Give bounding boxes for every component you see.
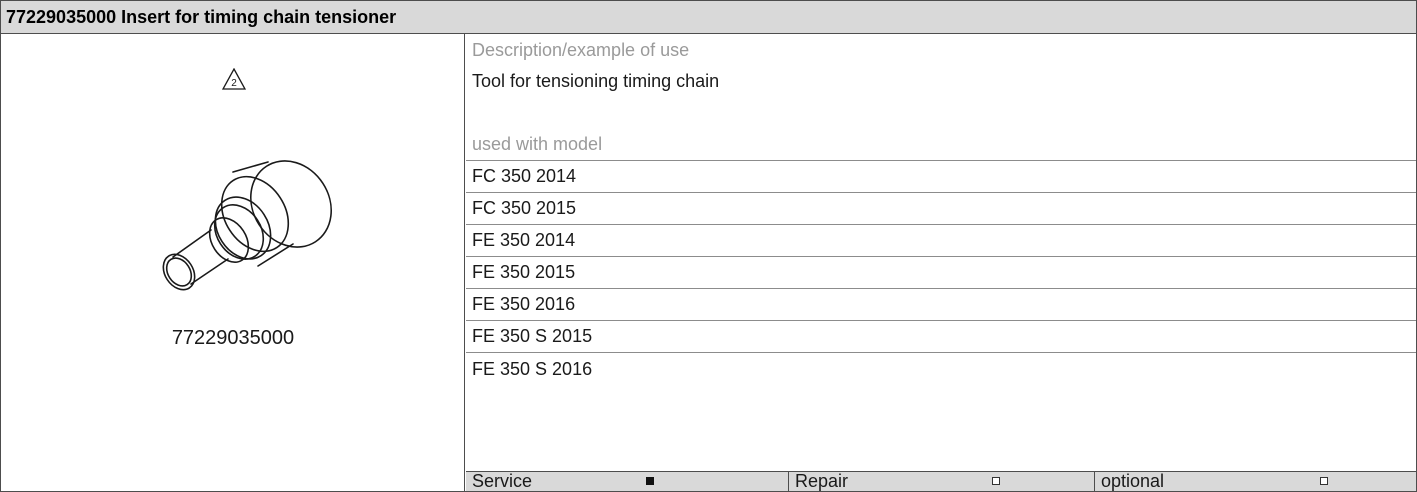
- optional-label: optional: [1101, 471, 1165, 491]
- part-number-label: 77229035000: [171, 327, 295, 349]
- insert-tool-drawing: [162, 160, 333, 291]
- model-item: FE 350 2015: [466, 257, 1416, 289]
- model-item: FE 350 S 2015: [466, 321, 1416, 353]
- model-item: FE 350 S 2016: [472, 358, 593, 379]
- optional-cell: optional: [1095, 472, 1416, 491]
- model-item: FC 350 2014: [466, 161, 1416, 193]
- optional-checkbox: [1320, 477, 1328, 485]
- tool-datasheet: 77229035000 Insert for timing chain tens…: [0, 0, 1417, 492]
- warning-triangle-icon: 2: [222, 68, 246, 90]
- model-item: FE 350 2014: [466, 225, 1416, 257]
- spacer-row: [466, 97, 1416, 129]
- description-heading: Description/example of use: [472, 39, 690, 60]
- details-panel: Description/example of use Tool for tens…: [466, 34, 1416, 491]
- model-item: FE 350 2016: [466, 289, 1416, 321]
- tool-image-panel: 2 77229035000: [1, 34, 465, 491]
- usage-category-footer: Service Repair optional: [466, 471, 1416, 491]
- model-item: FC 350 2015: [466, 193, 1416, 225]
- repair-cell: Repair: [789, 472, 1095, 491]
- models-heading: used with model: [466, 129, 1416, 161]
- repair-label: Repair: [795, 471, 849, 491]
- repair-checkbox: [992, 477, 1000, 485]
- warning-number: 2: [231, 78, 237, 89]
- page-title: 77229035000 Insert for timing chain tens…: [1, 1, 1416, 34]
- service-checkbox: [646, 477, 654, 485]
- service-cell: Service: [466, 472, 789, 491]
- service-label: Service: [472, 471, 533, 491]
- description-text: Tool for tensioning timing chain: [472, 70, 720, 91]
